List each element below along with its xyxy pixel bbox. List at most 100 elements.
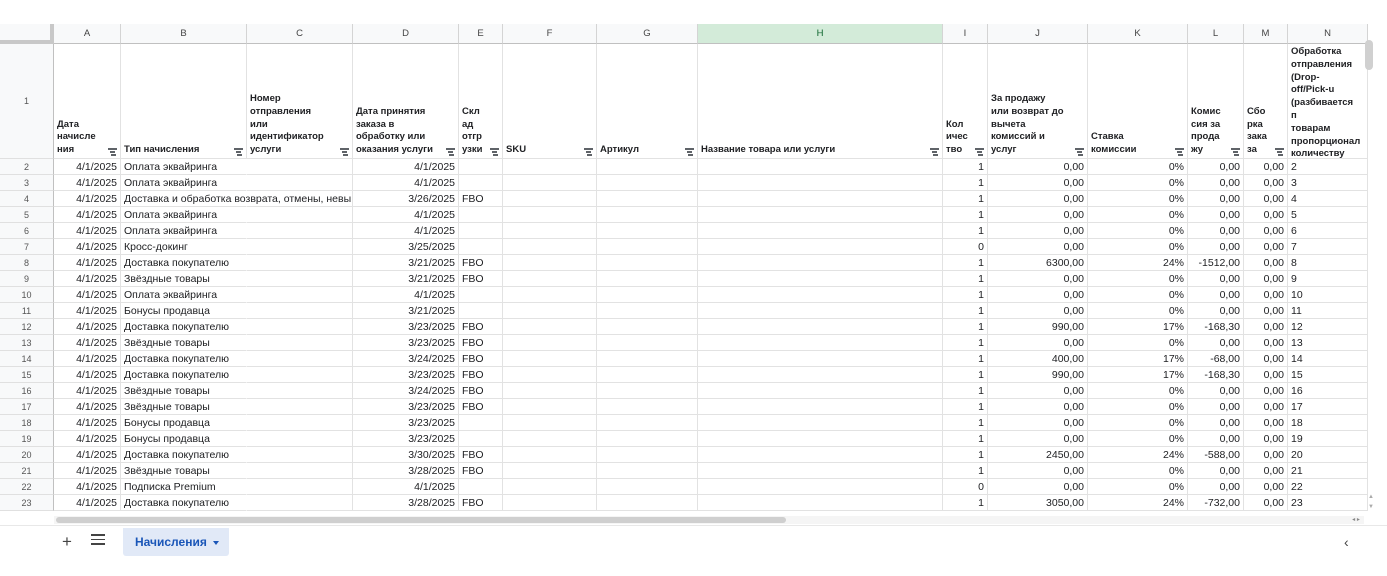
cell-i[interactable]: 0 [943, 239, 988, 255]
cell-d[interactable]: 4/1/2025 [353, 159, 459, 175]
cell-b[interactable]: Звёздные товары [121, 271, 247, 287]
plus-icon[interactable]: + [60, 533, 74, 551]
chevron-left-icon[interactable]: ‹ [1344, 535, 1356, 549]
filter-icon[interactable] [1075, 148, 1084, 155]
cell-c[interactable] [247, 383, 353, 399]
cell-d[interactable]: 4/1/2025 [353, 207, 459, 223]
cell-k[interactable]: 0% [1088, 463, 1188, 479]
cell-l[interactable]: 0,00 [1188, 239, 1244, 255]
cell-j[interactable]: 0,00 [988, 415, 1088, 431]
cell-k[interactable]: 0% [1088, 383, 1188, 399]
cell-e[interactable]: FBO [459, 463, 503, 479]
cell-m[interactable]: 0,00 [1244, 175, 1288, 191]
cell-i[interactable]: 1 [943, 255, 988, 271]
cell-h[interactable] [698, 255, 943, 271]
cell-l[interactable]: -168,30 [1188, 319, 1244, 335]
cell-f[interactable] [503, 367, 597, 383]
cell-g[interactable] [597, 239, 698, 255]
cell-i[interactable]: 1 [943, 351, 988, 367]
cell-e[interactable] [459, 223, 503, 239]
cell-b[interactable]: Оплата эквайринга [121, 207, 247, 223]
cell-d[interactable]: 3/26/2025 [353, 191, 459, 207]
horizontal-scrollbar-thumb[interactable] [56, 517, 786, 523]
cell-i[interactable]: 1 [943, 191, 988, 207]
cell-d[interactable]: 3/23/2025 [353, 415, 459, 431]
cell-d[interactable]: 4/1/2025 [353, 479, 459, 495]
cell-i[interactable]: 1 [943, 415, 988, 431]
cell-b[interactable]: Кросс-докинг [121, 239, 247, 255]
cell-i[interactable]: 1 [943, 159, 988, 175]
cell-g[interactable] [597, 479, 698, 495]
filter-icon[interactable] [340, 148, 349, 155]
cell-m[interactable]: 0,00 [1244, 463, 1288, 479]
cell-j[interactable]: 400,00 [988, 351, 1088, 367]
cell-a[interactable]: 4/1/2025 [54, 463, 121, 479]
header-cell-i[interactable]: Кол ичес тво [943, 44, 988, 159]
cell-f[interactable] [503, 239, 597, 255]
cell-j[interactable]: 3050,00 [988, 495, 1088, 511]
cell-b[interactable]: Звёздные товары [121, 383, 247, 399]
column-header-j[interactable]: J [988, 24, 1088, 44]
cell-n[interactable]: 13 [1288, 335, 1368, 351]
cell-c[interactable] [247, 271, 353, 287]
cell-d[interactable]: 3/23/2025 [353, 431, 459, 447]
cell-c[interactable] [247, 351, 353, 367]
cell-m[interactable]: 0,00 [1244, 271, 1288, 287]
column-header-l[interactable]: L [1188, 24, 1244, 44]
cell-n[interactable]: 3 [1288, 175, 1368, 191]
cell-h[interactable] [698, 383, 943, 399]
cell-n[interactable]: 16 [1288, 383, 1368, 399]
cell-d[interactable]: 3/21/2025 [353, 271, 459, 287]
cell-j[interactable]: 0,00 [988, 271, 1088, 287]
cell-g[interactable] [597, 287, 698, 303]
cell-i[interactable]: 1 [943, 383, 988, 399]
cell-j[interactable]: 0,00 [988, 223, 1088, 239]
cell-f[interactable] [503, 255, 597, 271]
cell-k[interactable]: 24% [1088, 255, 1188, 271]
cell-f[interactable] [503, 287, 597, 303]
cell-c[interactable] [247, 415, 353, 431]
cell-g[interactable] [597, 159, 698, 175]
cell-e[interactable]: FBO [459, 447, 503, 463]
cell-i[interactable]: 1 [943, 287, 988, 303]
header-cell-k[interactable]: Ставка комиссии [1088, 44, 1188, 159]
cell-i[interactable]: 1 [943, 399, 988, 415]
cell-b[interactable]: Доставка покупателю [121, 447, 247, 463]
cell-g[interactable] [597, 447, 698, 463]
cell-a[interactable]: 4/1/2025 [54, 399, 121, 415]
sheet-tab-active[interactable]: Начисления [123, 528, 229, 556]
header-cell-g[interactable]: Артикул [597, 44, 698, 159]
cell-e[interactable] [459, 159, 503, 175]
cell-d[interactable]: 3/21/2025 [353, 255, 459, 271]
cell-k[interactable]: 0% [1088, 271, 1188, 287]
row-header[interactable]: 11 [0, 303, 54, 319]
cell-h[interactable] [698, 175, 943, 191]
spreadsheet-grid[interactable]: ABCDEFGHIJKLMN 1 Дата начисле ния Тип нач… [0, 0, 1387, 525]
cell-m[interactable]: 0,00 [1244, 303, 1288, 319]
cell-i[interactable]: 1 [943, 463, 988, 479]
header-cell-c[interactable]: Номер отправления или идентификатор услу… [247, 44, 353, 159]
filter-icon[interactable] [1175, 148, 1184, 155]
cell-a[interactable]: 4/1/2025 [54, 367, 121, 383]
cell-g[interactable] [597, 191, 698, 207]
cell-k[interactable]: 0% [1088, 159, 1188, 175]
header-cell-d[interactable]: Дата принятия заказа в обработку или ока… [353, 44, 459, 159]
cell-b[interactable]: Доставка покупателю [121, 495, 247, 511]
cell-d[interactable]: 3/30/2025 [353, 447, 459, 463]
cell-l[interactable]: -588,00 [1188, 447, 1244, 463]
cell-m[interactable]: 0,00 [1244, 239, 1288, 255]
cell-d[interactable]: 3/23/2025 [353, 319, 459, 335]
cell-m[interactable]: 0,00 [1244, 383, 1288, 399]
cell-m[interactable]: 0,00 [1244, 159, 1288, 175]
cell-m[interactable]: 0,00 [1244, 415, 1288, 431]
cell-e[interactable] [459, 175, 503, 191]
header-cell-h[interactable]: Название товара или услуги [698, 44, 943, 159]
cell-c[interactable] [247, 303, 353, 319]
cell-f[interactable] [503, 319, 597, 335]
cell-l[interactable]: 0,00 [1188, 175, 1244, 191]
cell-e[interactable] [459, 431, 503, 447]
cell-j[interactable]: 0,00 [988, 175, 1088, 191]
header-cell-e[interactable]: Скл ад отгр узки [459, 44, 503, 159]
cell-m[interactable]: 0,00 [1244, 431, 1288, 447]
cell-m[interactable]: 0,00 [1244, 207, 1288, 223]
